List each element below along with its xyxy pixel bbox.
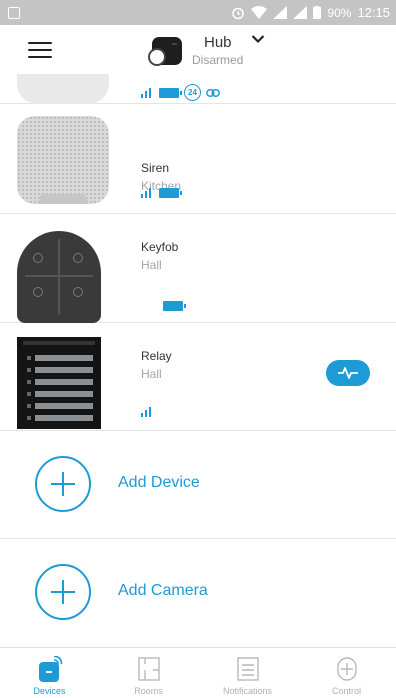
battery-icon [159, 188, 182, 198]
device-room: Hall [141, 258, 162, 272]
rooms-icon [137, 657, 160, 681]
nav-rooms[interactable]: Rooms [99, 648, 198, 698]
device-name: Keyfob [141, 240, 179, 254]
nav-label: Devices [33, 686, 66, 696]
device-indicators: 24 [141, 84, 220, 101]
wifi-icon [251, 6, 268, 19]
device-image [17, 74, 109, 104]
relay-image [17, 337, 101, 429]
signal-strength-icon [141, 407, 151, 417]
battery-icon [159, 87, 182, 98]
hub-selector[interactable]: Hub Disarmed [148, 31, 265, 71]
pulse-action-button[interactable] [326, 360, 370, 386]
pulse-icon [338, 367, 358, 379]
device-list: 24 Siren Kitchen Keyfob Hall Relay Hall … [0, 74, 396, 647]
nav-label: Notifications [222, 686, 273, 696]
status-indicators: 90% 12:15 [231, 5, 390, 20]
devices-icon [38, 656, 62, 682]
hub-avatar [148, 34, 184, 70]
device-name: Siren [141, 161, 170, 175]
device-row-relay[interactable]: Relay Hall [0, 323, 396, 431]
notifications-icon [236, 657, 259, 681]
nav-devices[interactable]: Devices [0, 648, 99, 698]
gallery-notification-icon [8, 6, 20, 19]
device-row-partial[interactable]: 24 [0, 74, 396, 104]
hub-name: Hub [204, 34, 232, 51]
device-indicators [141, 188, 182, 198]
cell-signal-icon [273, 6, 288, 19]
add-camera-label: Add Camera [118, 582, 208, 599]
add-device-plus-icon [35, 456, 91, 512]
app-header: Hub Disarmed [0, 25, 396, 74]
device-indicators [160, 301, 186, 311]
add-camera-row[interactable]: Add Camera [0, 539, 396, 647]
nav-control[interactable]: Control [297, 648, 396, 698]
keyfob-image [17, 231, 101, 323]
menu-icon[interactable] [28, 42, 52, 58]
status-bar: 90% 12:15 [0, 0, 396, 25]
device-row-keyfob[interactable]: Keyfob Hall [0, 214, 396, 323]
schedule-24-icon: 24 [184, 84, 201, 101]
bottom-navigation: Devices Rooms Notifications Control [0, 647, 396, 698]
chevron-down-icon [252, 35, 265, 44]
add-camera-plus-icon [35, 564, 91, 620]
nav-label: Rooms [134, 686, 163, 696]
status-time: 12:15 [357, 5, 390, 20]
nav-notifications[interactable]: Notifications [198, 648, 297, 698]
device-row-siren[interactable]: Siren Kitchen [0, 104, 396, 214]
add-device-label: Add Device [118, 474, 200, 491]
link-icon [206, 88, 220, 97]
alarm-icon [232, 7, 245, 19]
cell-signal-2-icon [293, 6, 308, 19]
device-indicators [141, 407, 151, 417]
device-room: Hall [141, 367, 162, 381]
add-device-row[interactable]: Add Device [0, 431, 396, 539]
battery-icon [163, 301, 186, 311]
battery-percentage: 90% [327, 5, 352, 20]
hub-status: Disarmed [192, 53, 244, 67]
signal-strength-icon [141, 188, 151, 198]
device-name: Relay [141, 349, 172, 363]
battery-status-icon [313, 6, 322, 19]
signal-strength-icon [141, 87, 151, 98]
siren-image [17, 116, 109, 204]
nav-label: Control [331, 686, 361, 696]
control-icon [336, 657, 357, 681]
